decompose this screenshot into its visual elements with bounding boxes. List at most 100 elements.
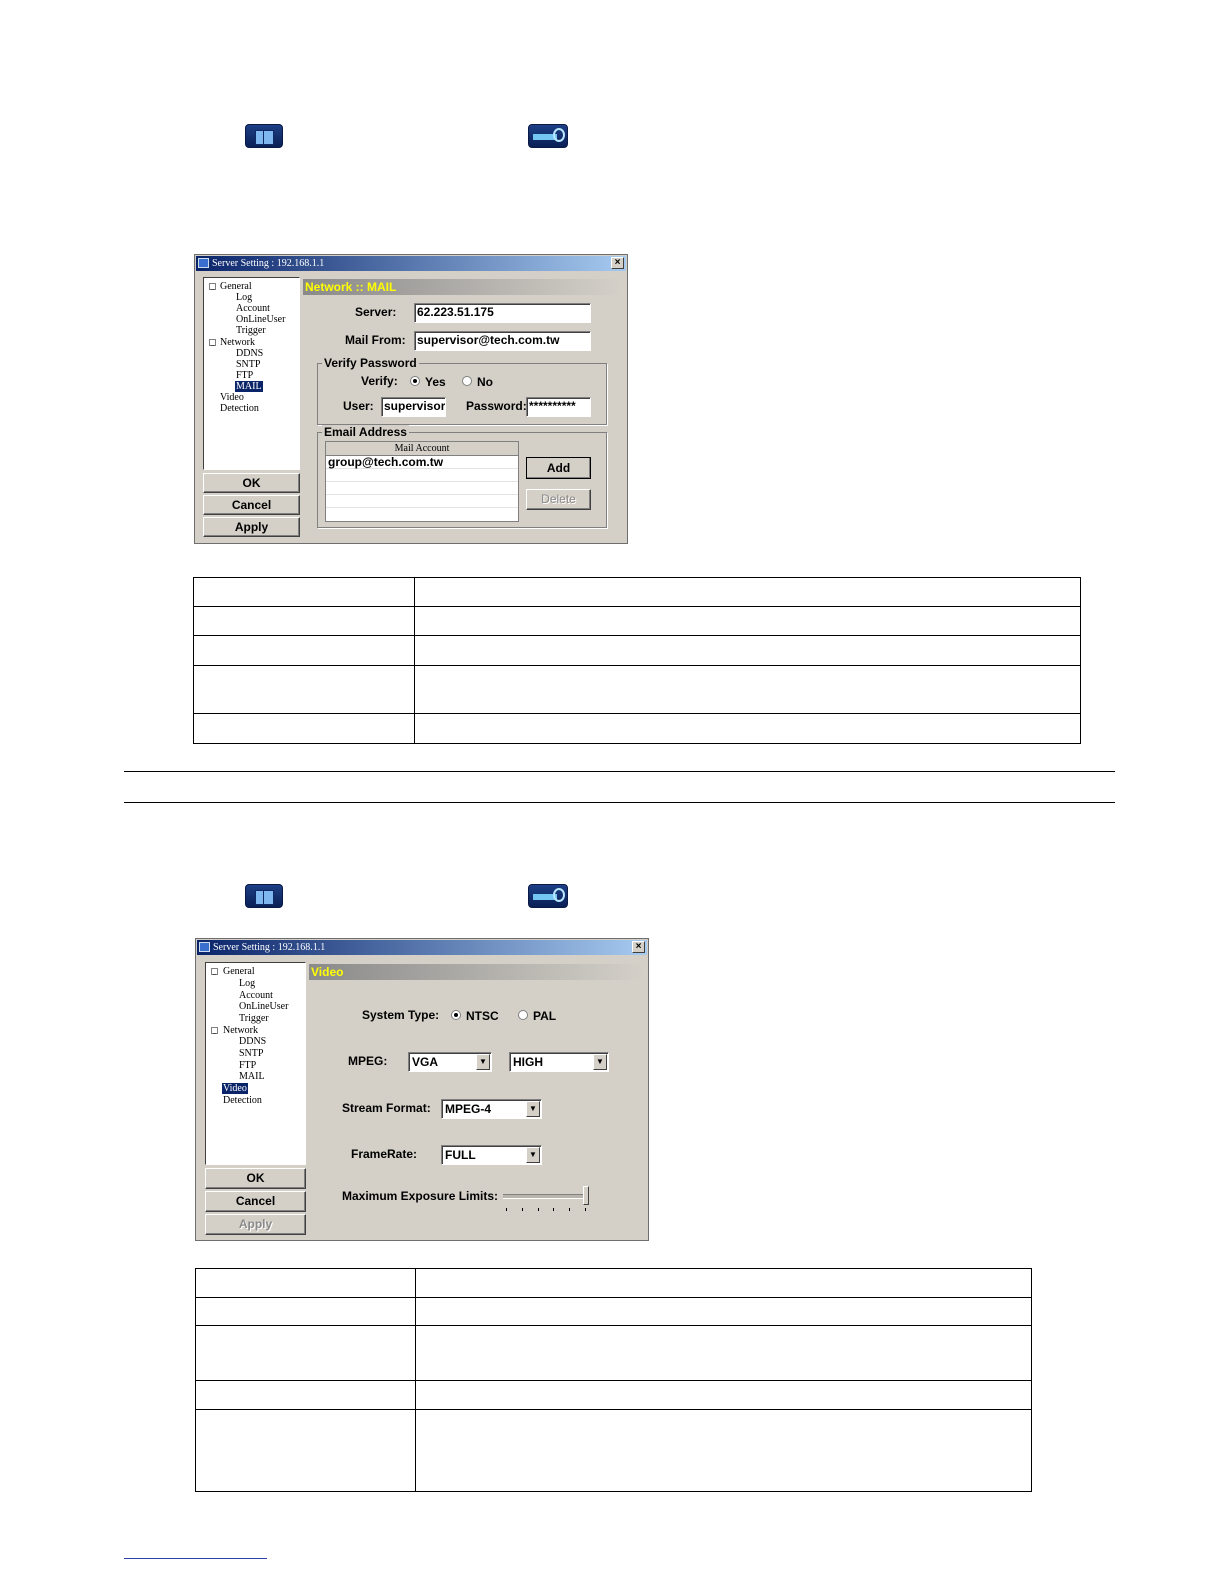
mail-account-header[interactable]: Mail Account (326, 442, 518, 456)
ok-button[interactable]: OK (205, 1168, 306, 1189)
mpeg-resolution-select[interactable]: VGA ▼ (408, 1052, 492, 1072)
mail-from-label: Mail From: (345, 333, 406, 347)
list-item-empty[interactable] (326, 469, 518, 482)
tree-item-network[interactable]: Network (220, 337, 255, 348)
table-cell (193, 665, 415, 714)
tree-item-ftp[interactable]: FTP (236, 370, 253, 381)
email-address-title: Email Address (322, 425, 409, 439)
collapse-icon[interactable]: − (209, 339, 216, 350)
framerate-select[interactable]: FULL ▼ (441, 1145, 542, 1165)
verify-no-label: No (477, 375, 493, 389)
exposure-slider-track[interactable] (503, 1194, 589, 1199)
table-cell (193, 713, 415, 744)
table-cell (195, 1380, 416, 1410)
close-icon[interactable]: × (611, 257, 624, 269)
section-divider (124, 771, 1115, 772)
settings-tree: − General Log Account OnLineUser Trigger… (205, 962, 306, 1165)
tree-item-ddns[interactable]: DDNS (236, 348, 263, 359)
chevron-down-icon[interactable]: ▼ (593, 1054, 607, 1070)
tree-item-video[interactable]: Video (222, 1083, 248, 1094)
tree-item-sntp[interactable]: SNTP (236, 359, 260, 370)
tree-item-general[interactable]: General (220, 281, 252, 292)
cancel-button[interactable]: Cancel (205, 1191, 306, 1212)
framerate-value: FULL (445, 1148, 476, 1162)
slider-tick (522, 1208, 523, 1211)
list-item-empty[interactable] (326, 482, 518, 495)
network-icon (528, 124, 568, 148)
close-icon[interactable]: × (632, 941, 645, 953)
server-label: Server: (355, 305, 397, 319)
apply-button[interactable]: Apply (203, 517, 300, 537)
server-setting-dialog-mail: Server Setting : 192.168.1.1 × − General… (194, 254, 628, 544)
list-item[interactable]: group@tech.com.tw (326, 456, 518, 469)
mail-from-input[interactable]: supervisor@tech.com.tw (414, 331, 591, 351)
user-label: User: (343, 399, 374, 413)
panel-title: Network :: MAIL (303, 279, 621, 295)
exposure-slider-thumb[interactable] (583, 1186, 589, 1205)
network-icon (528, 884, 568, 908)
app-icon (198, 258, 209, 268)
tree-item-trigger[interactable]: Trigger (236, 325, 266, 336)
table-cell (414, 665, 1081, 714)
tree-item-sntp[interactable]: SNTP (239, 1048, 263, 1059)
ok-button[interactable]: OK (203, 473, 300, 493)
tree-item-account[interactable]: Account (239, 990, 273, 1001)
pal-label: PAL (533, 1009, 557, 1023)
mail-account-list[interactable]: Mail Account group@tech.com.tw (325, 441, 519, 522)
chevron-down-icon[interactable]: ▼ (526, 1147, 540, 1163)
mpeg-quality-value: HIGH (513, 1055, 543, 1069)
table-cell (414, 577, 1081, 607)
verify-yes-label: Yes (425, 375, 446, 389)
mpeg-resolution-value: VGA (412, 1055, 439, 1069)
table-cell (414, 713, 1081, 744)
setup-icon (245, 124, 283, 148)
pal-radio[interactable] (518, 1010, 528, 1020)
password-label: Password: (466, 399, 527, 413)
chevron-down-icon[interactable]: ▼ (526, 1101, 540, 1117)
delete-button[interactable]: Delete (526, 489, 591, 510)
cancel-button[interactable]: Cancel (203, 495, 300, 515)
tree-item-mail[interactable]: MAIL (239, 1071, 265, 1082)
table-cell (415, 1268, 1032, 1298)
verify-no-radio[interactable] (462, 376, 472, 386)
table-cell (415, 1380, 1032, 1410)
ntsc-radio[interactable] (451, 1010, 461, 1020)
tree-item-onlineuser[interactable]: OnLineUser (236, 314, 285, 325)
stream-format-select[interactable]: MPEG-4 ▼ (441, 1099, 542, 1119)
server-setting-dialog-video: Server Setting : 192.168.1.1 × − General… (195, 938, 649, 1241)
table-cell (414, 606, 1081, 636)
tree-item-ftp[interactable]: FTP (239, 1060, 256, 1071)
tree-item-mail[interactable]: MAIL (235, 381, 263, 392)
tree-item-log[interactable]: Log (236, 292, 252, 303)
tree-item-general[interactable]: General (223, 966, 255, 977)
apply-button[interactable]: Apply (205, 1214, 306, 1235)
tree-item-log[interactable]: Log (239, 978, 255, 989)
list-item-empty[interactable] (326, 495, 518, 508)
footer-link-underline[interactable] (124, 1558, 267, 1559)
tree-item-ddns[interactable]: DDNS (239, 1036, 266, 1047)
tree-item-detection[interactable]: Detection (220, 403, 259, 414)
user-input[interactable]: supervisor (381, 397, 446, 417)
table-cell (193, 577, 415, 607)
collapse-icon[interactable]: − (211, 968, 218, 979)
server-input[interactable]: 62.223.51.175 (414, 303, 591, 323)
chevron-down-icon[interactable]: ▼ (476, 1054, 490, 1070)
verify-yes-radio[interactable] (410, 376, 420, 386)
tree-item-onlineuser[interactable]: OnLineUser (239, 1001, 288, 1012)
slider-tick (585, 1208, 586, 1211)
tree-item-network[interactable]: Network (223, 1025, 258, 1036)
password-input[interactable]: ********** (526, 397, 591, 417)
mpeg-quality-select[interactable]: HIGH ▼ (509, 1052, 609, 1072)
tree-item-detection[interactable]: Detection (223, 1095, 262, 1106)
table-cell (415, 1297, 1032, 1326)
tree-item-account[interactable]: Account (236, 303, 270, 314)
collapse-icon[interactable]: − (211, 1027, 218, 1038)
collapse-icon[interactable]: − (209, 283, 216, 294)
panel-title: Video (309, 964, 644, 980)
table-row (193, 635, 1081, 666)
add-button[interactable]: Add (526, 457, 591, 479)
tree-item-trigger[interactable]: Trigger (239, 1013, 269, 1024)
slider-tick (569, 1208, 570, 1211)
tree-item-video[interactable]: Video (220, 392, 244, 403)
table-cell (193, 635, 415, 666)
